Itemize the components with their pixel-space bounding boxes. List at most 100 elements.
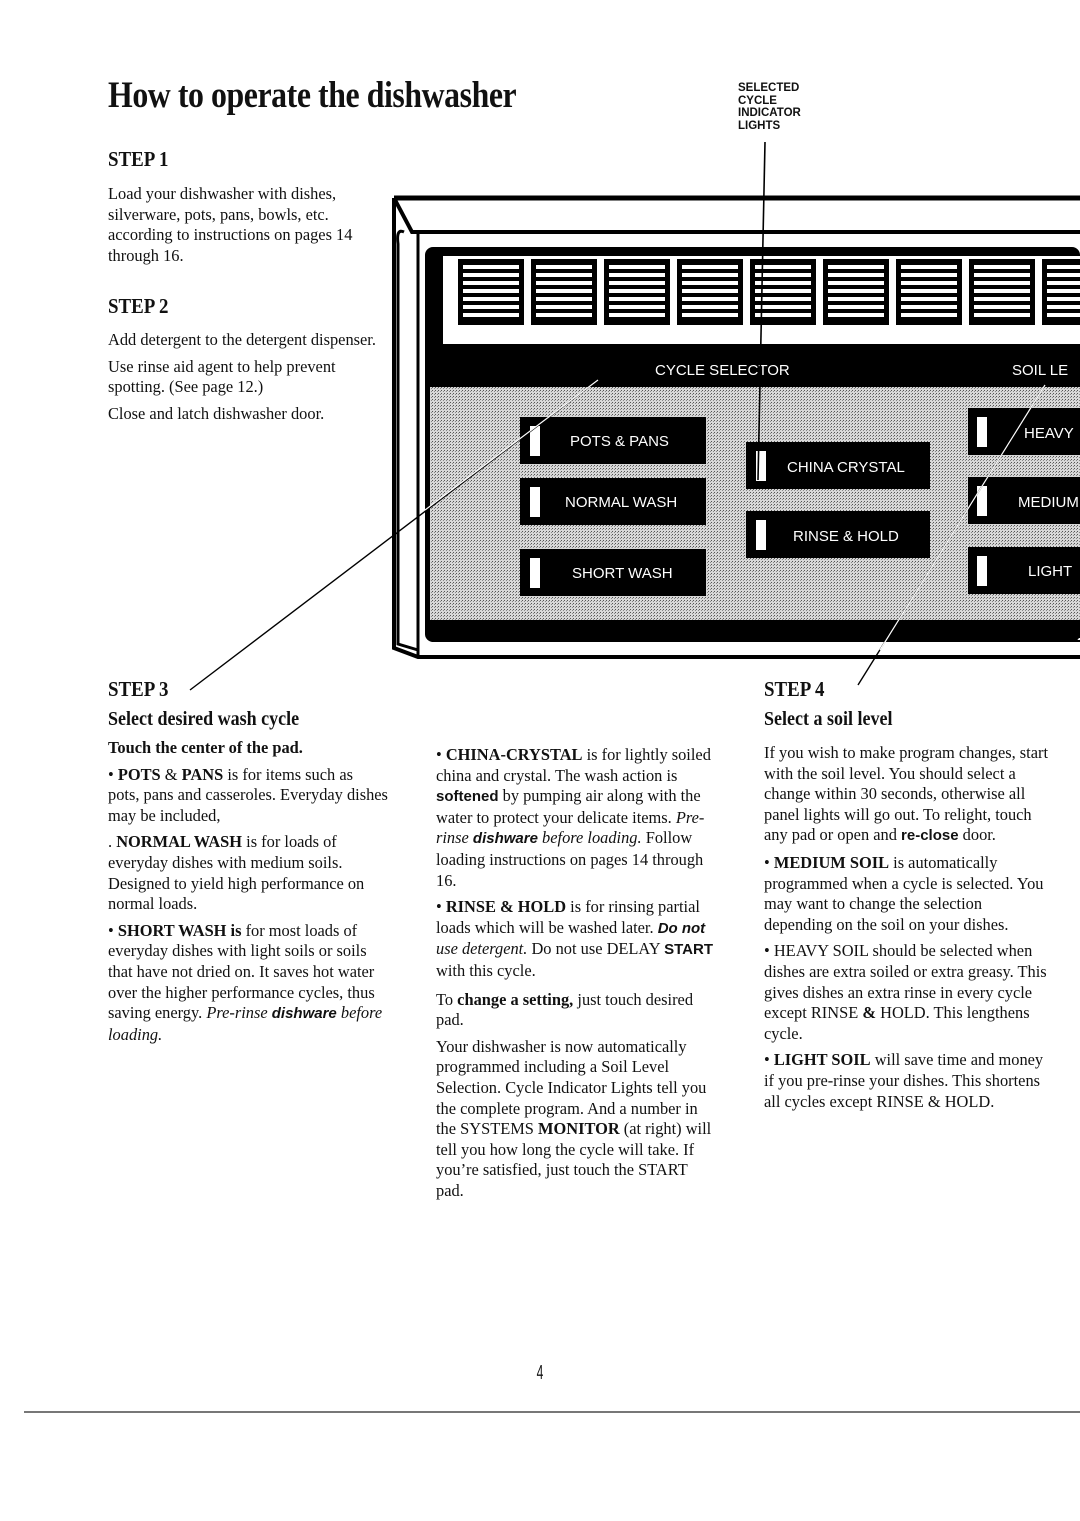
- step2-body: Add detergent to the detergent dispenser…: [108, 330, 380, 430]
- pad-china-crystal[interactable]: CHINA CRYSTAL: [746, 442, 930, 489]
- indicator-segment: [974, 297, 1030, 301]
- pad-indicator-light: [530, 558, 540, 588]
- indicator-segment: [755, 273, 811, 277]
- pad-rinse-hold[interactable]: RINSE & HOLD: [746, 511, 930, 558]
- middle-column: • CHINA-CRYSTAL is for lightly soiled ch…: [436, 745, 718, 1207]
- step1-text: Load your dishwasher with dishes, silver…: [108, 184, 353, 265]
- indicator-segment: [536, 313, 592, 317]
- medium-soil-description: • MEDIUM SOIL is automatically programme…: [764, 852, 1044, 934]
- step4-intro: If you wish to make program changes, sta…: [764, 743, 1049, 845]
- indicator-segment: [463, 313, 519, 317]
- indicator-segment: [974, 273, 1030, 277]
- indicator-segment: [974, 289, 1030, 293]
- indicator-segment: [536, 289, 592, 293]
- indicator-segment: [536, 297, 592, 301]
- step4-subheading: Select a soil level: [764, 708, 893, 730]
- step1-heading: STEP 1: [108, 147, 169, 171]
- indicator-segment: [463, 281, 519, 285]
- indicator-lights-row: [458, 259, 1080, 325]
- footer-rule: [24, 1411, 1080, 1413]
- soil-level-label: SOIL LE: [1012, 362, 1068, 379]
- indicator-segment: [974, 281, 1030, 285]
- indicator-segment: [536, 273, 592, 277]
- pad-label: MEDIUM: [1018, 494, 1079, 511]
- pad-label: HEAVY: [1024, 425, 1074, 442]
- step3-instruction: Touch the center of the pad.: [108, 738, 303, 757]
- indicator-segment: [536, 305, 592, 309]
- indicator-segment: [463, 305, 519, 309]
- pad-label: NORMAL WASH: [565, 494, 677, 511]
- indicator-segment: [828, 297, 884, 301]
- indicator-segment: [755, 305, 811, 309]
- indicator-segment: [1047, 265, 1080, 269]
- indicator-segment: [974, 305, 1030, 309]
- indicator-segment: [609, 265, 665, 269]
- change-setting-text: To change a setting, just touch desired …: [436, 989, 694, 1030]
- indicator-segment: [1047, 281, 1080, 285]
- short-wash-description: • SHORT WASH is for most loads of everyd…: [108, 920, 383, 1044]
- step2-heading: STEP 2: [108, 294, 169, 318]
- indicator-segment: [828, 265, 884, 269]
- indicator-segment: [901, 281, 957, 285]
- indicator-segment: [609, 313, 665, 317]
- pad-pots-pans[interactable]: POTS & PANS: [520, 417, 706, 464]
- indicator-segment: [974, 313, 1030, 317]
- indicator-segment: [901, 265, 957, 269]
- indicator-segment: [828, 273, 884, 277]
- step2-paragraph: Use rinse aid agent to help prevent spot…: [108, 356, 336, 397]
- indicator-segment: [1047, 273, 1080, 277]
- indicator-segment: [755, 289, 811, 293]
- indicator-segment: [536, 281, 592, 285]
- indicator-segment: [755, 281, 811, 285]
- pots-pans-description: • POTS & PANS is for items such as pots,…: [108, 764, 388, 825]
- china-crystal-description: • CHINA-CRYSTAL is for lightly soiled ch…: [436, 745, 711, 890]
- indicator-segment: [901, 305, 957, 309]
- pad-indicator-light: [977, 556, 987, 586]
- indicator-segment: [609, 289, 665, 293]
- indicator-segment: [682, 313, 738, 317]
- indicator-segment: [682, 305, 738, 309]
- pad-heavy-soil[interactable]: HEAVY: [968, 408, 1080, 455]
- step3-heading: STEP 3: [108, 677, 169, 701]
- indicator-segment: [755, 265, 811, 269]
- pad-medium-soil[interactable]: MEDIUM: [968, 477, 1080, 524]
- step4-heading: STEP 4: [764, 677, 825, 701]
- indicator-segment: [609, 273, 665, 277]
- pad-label: POTS & PANS: [570, 433, 669, 450]
- indicator-segment: [536, 265, 592, 269]
- indicator-segment: [1047, 289, 1080, 293]
- indicator-segment: [1047, 305, 1080, 309]
- normal-wash-description: . NORMAL WASH is for loads of everyday d…: [108, 832, 365, 914]
- indicator-segment: [682, 265, 738, 269]
- indicator-segment: [682, 289, 738, 293]
- indicator-segment: [682, 281, 738, 285]
- indicator-segment: [463, 265, 519, 269]
- pad-normal-wash[interactable]: NORMAL WASH: [520, 478, 706, 525]
- indicator-segment: [901, 273, 957, 277]
- indicator-segment: [828, 289, 884, 293]
- step3-body: Touch the center of the pad. • POTS & PA…: [108, 738, 388, 1051]
- indicator-segment: [609, 281, 665, 285]
- indicator-segment: [901, 289, 957, 293]
- indicator-segment: [463, 289, 519, 293]
- step2-paragraph: Add detergent to the detergent dispenser…: [108, 330, 376, 349]
- pad-indicator-light: [530, 487, 540, 517]
- pad-short-wash[interactable]: SHORT WASH: [520, 549, 706, 596]
- indicator-segment: [974, 265, 1030, 269]
- pad-label: SHORT WASH: [572, 565, 673, 582]
- pad-label: CHINA CRYSTAL: [787, 459, 905, 476]
- indicator-segment: [682, 297, 738, 301]
- indicator-segment: [828, 305, 884, 309]
- heavy-soil-description: • HEAVY SOIL should be selected when dis…: [764, 941, 1047, 1043]
- light-soil-description: • LIGHT SOIL will save time and money if…: [764, 1050, 1044, 1111]
- pad-indicator-light: [977, 417, 987, 447]
- program-text: Your dishwasher is now automatically pro…: [436, 1036, 712, 1200]
- indicator-segment: [755, 313, 811, 317]
- pad-light-soil[interactable]: LIGHT: [968, 547, 1080, 594]
- indicator-segment: [1047, 297, 1080, 301]
- indicator-segment: [1047, 313, 1080, 317]
- indicator-segment: [682, 273, 738, 277]
- step2-paragraph: Close and latch dishwasher door.: [108, 403, 325, 423]
- indicator-segment: [901, 297, 957, 301]
- pad-indicator-light: [756, 520, 766, 550]
